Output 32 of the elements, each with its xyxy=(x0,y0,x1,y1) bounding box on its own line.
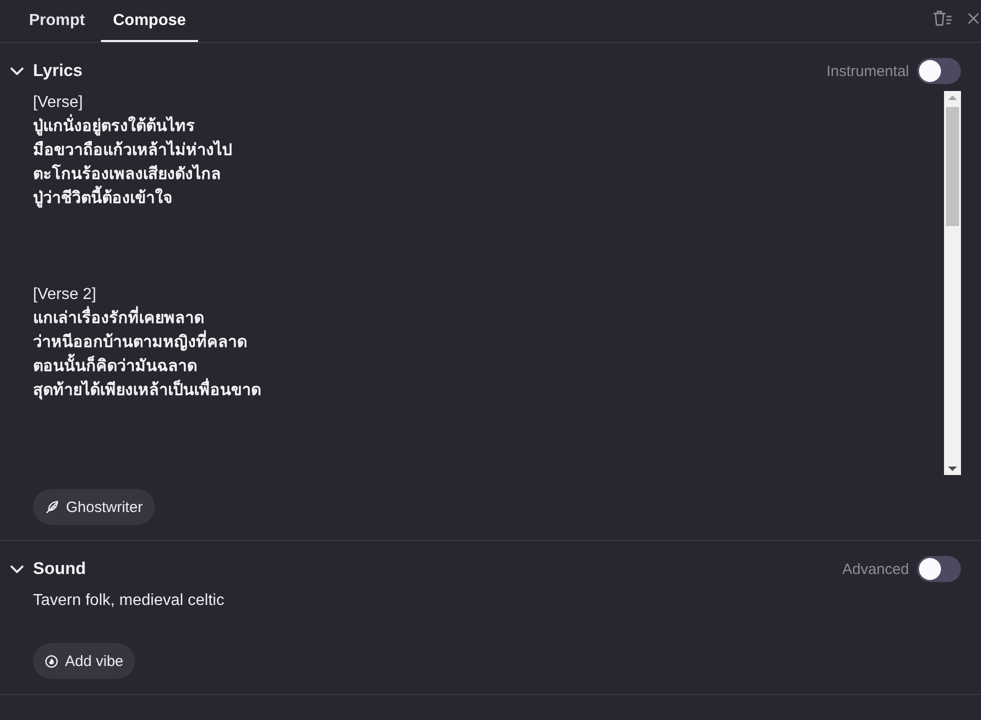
chevron-icon[interactable] xyxy=(10,66,24,76)
section-title: Lyrics xyxy=(33,61,82,81)
toggle-switch[interactable] xyxy=(917,556,961,582)
feather-icon xyxy=(45,500,59,514)
section-tag: [Verse] xyxy=(33,91,83,115)
toggle-label: Advanced xyxy=(842,560,909,578)
action-button[interactable]: Add vibe xyxy=(33,643,136,679)
chevron-icon[interactable] xyxy=(10,564,24,574)
style-field[interactable]: Tavern folk, medieval celtic xyxy=(33,589,961,629)
tab[interactable]: Prompt xyxy=(17,0,97,42)
action-button[interactable]: Ghostwriter xyxy=(33,489,155,525)
scrollbar-thumb[interactable] xyxy=(946,107,959,226)
toggle-switch[interactable] xyxy=(917,58,961,84)
lyric-line: ว่าหนีออกบ้านตามหญิงที่คลาด xyxy=(33,331,247,355)
close-icon[interactable] xyxy=(968,13,979,24)
lyric-line: ปู่ว่าชีวิตนี้ต้องเข้าใจ xyxy=(33,187,172,211)
lyric-line: แกเล่าเรื่องรักที่เคยพลาด xyxy=(33,307,204,331)
toggle-label: Instrumental xyxy=(826,62,909,80)
section-tag: [Verse 2] xyxy=(33,283,96,307)
scroll-up-arrow-icon xyxy=(948,95,957,100)
circle-drop-icon xyxy=(45,654,58,668)
lyric-line: ตอนนั้นก็คิดว่ามันฉลาด xyxy=(33,355,197,379)
scroll-down-arrow-icon xyxy=(948,466,957,471)
lyric-line: สุดท้ายได้เพียงเหล้าเป็นเพื่อนขาด xyxy=(33,379,261,403)
lyric-line: ปู่แกนั่งอยู่ตรงใต้ต้นไทร xyxy=(33,115,195,139)
lyric-line: ตะโกนร้องเพลงเสียงดังไกล xyxy=(33,163,221,185)
scrollbar[interactable] xyxy=(944,91,961,475)
lyric-line: มือขวาถือแก้วเหล้าไม่ห่างไป xyxy=(33,139,232,161)
tab[interactable]: Compose xyxy=(101,0,198,42)
lyrics-field[interactable] xyxy=(33,91,961,475)
trash-icon[interactable] xyxy=(933,10,952,26)
section-title: Sound xyxy=(33,559,86,579)
